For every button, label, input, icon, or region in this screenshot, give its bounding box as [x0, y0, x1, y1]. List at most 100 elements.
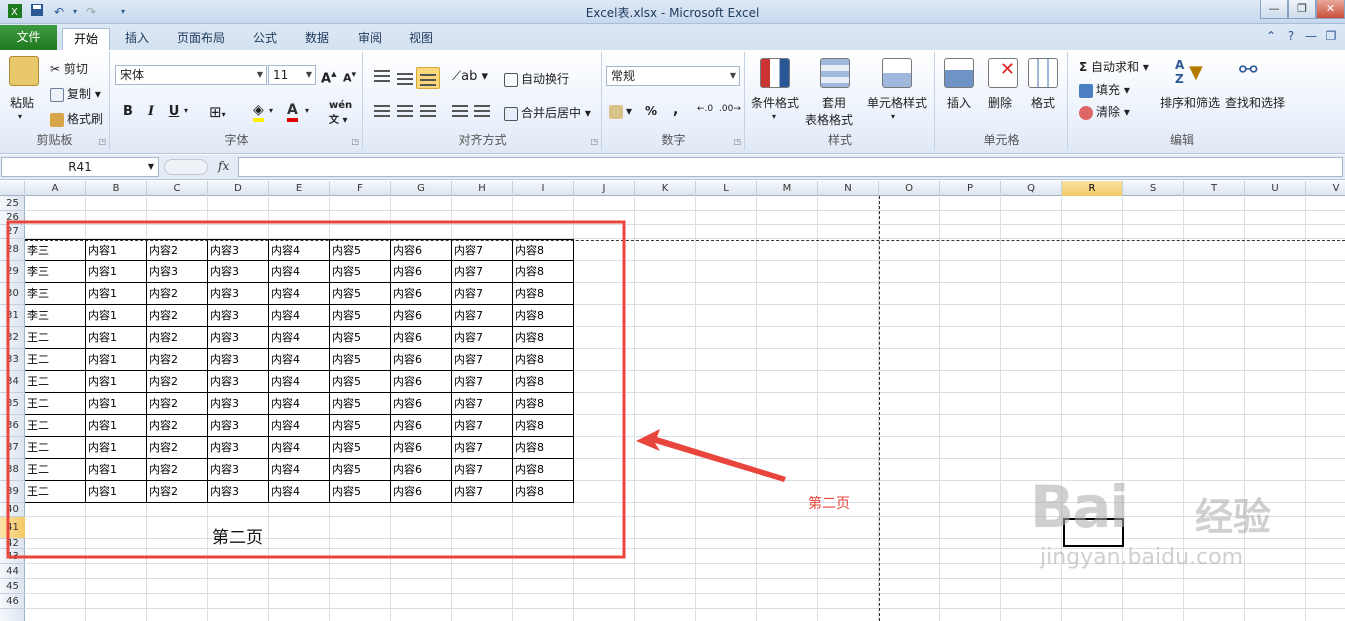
italic-button[interactable]: I: [141, 102, 161, 122]
wrap-text-button[interactable]: 自动换行: [504, 70, 569, 87]
alignment-dialog-launcher-icon[interactable]: ◳: [590, 137, 598, 146]
copy-button[interactable]: 复制 ▾: [50, 85, 101, 102]
font-group: 宋体 ▼ 11 ▼ A▴ A▾ B I U ▾ ⊞▾ ◈ ▾ A ▾ wén 文 ▾ …: [111, 52, 363, 150]
format-cells-icon[interactable]: [1028, 58, 1058, 88]
worksheet-grid[interactable]: ABCDEFGHIJKLMNOPQRSTUV 25 26 27 28 29 30 31 32 3…: [0, 181, 1345, 621]
font-color-dropdown-icon[interactable]: ▾: [305, 106, 309, 115]
increase-decimal-icon[interactable]: ←.0: [697, 104, 713, 114]
paste-button[interactable]: 粘贴: [10, 94, 34, 111]
decrease-decimal-icon[interactable]: .00→: [719, 104, 741, 114]
insert-cells-icon[interactable]: [944, 58, 974, 88]
fill-color-dropdown-icon[interactable]: ▾: [269, 106, 273, 115]
format-table-line2[interactable]: 表格格式: [805, 111, 853, 128]
sort-filter-icon[interactable]: A Z ▼: [1175, 58, 1205, 88]
format-as-table-icon[interactable]: [820, 58, 850, 88]
find-select-button[interactable]: 查找和选择: [1225, 94, 1285, 111]
name-box[interactable]: R41 ▼: [1, 157, 159, 177]
binoculars-icon[interactable]: ⚯: [1239, 58, 1269, 88]
paste-dropdown-icon[interactable]: ▾: [18, 112, 22, 121]
fill-color-icon[interactable]: ◈: [253, 102, 264, 122]
close-button[interactable]: ✕: [1316, 0, 1345, 19]
annotation-arrow: [636, 429, 786, 482]
number-dialog-launcher-icon[interactable]: ◳: [733, 137, 741, 146]
align-center-icon[interactable]: [397, 105, 413, 117]
window-title: Excel表.xlsx - Microsoft Excel: [585, 6, 760, 20]
autosum-button[interactable]: Σ 自动求和 ▾: [1079, 58, 1149, 75]
increase-indent-icon[interactable]: [474, 105, 490, 117]
tab-page-layout[interactable]: 页面布局: [170, 28, 232, 50]
grow-font-icon[interactable]: A▴: [321, 67, 337, 86]
fill-button[interactable]: 填充 ▾: [1079, 81, 1130, 98]
underline-dropdown-icon[interactable]: ▾: [184, 106, 188, 115]
orientation-icon[interactable]: ⟋ab ▾: [452, 69, 488, 84]
sort-filter-button[interactable]: 排序和筛选: [1160, 94, 1220, 111]
insert-cells-button[interactable]: 插入: [947, 94, 971, 111]
cell-styles-dropdown-icon[interactable]: ▾: [891, 112, 895, 121]
title-bar: X ↶ ▾ ↷ ▾ Excel表.xlsx - Microsoft Excel …: [0, 0, 1345, 24]
align-bottom-icon: [420, 74, 436, 86]
merge-center-button[interactable]: 合并后居中 ▾: [504, 104, 591, 121]
workbook-restore-icon[interactable]: ❐: [1321, 29, 1341, 43]
tab-insert[interactable]: 插入: [115, 28, 159, 50]
align-right-icon[interactable]: [420, 105, 436, 117]
font-size-select[interactable]: 11 ▼: [268, 65, 316, 85]
font-color-icon[interactable]: A: [287, 102, 298, 122]
comma-button[interactable]: ,: [673, 102, 678, 118]
align-bottom-button[interactable]: [416, 67, 440, 89]
tab-file[interactable]: 文件: [0, 25, 57, 50]
scissors-icon: ✂: [50, 62, 61, 76]
alignment-group: ⟋ab ▾ 自动换行 合并后居中 ▾ 对齐方式 ◳: [364, 52, 602, 150]
eraser-icon: [1079, 105, 1093, 120]
bold-button[interactable]: B: [118, 102, 138, 122]
tab-home[interactable]: 开始: [62, 28, 110, 50]
borders-icon[interactable]: ⊞▾: [209, 103, 226, 121]
sigma-icon: Σ: [1079, 60, 1088, 74]
tab-formulas[interactable]: 公式: [244, 28, 286, 50]
number-group: 常规 ▼ ▾ % , ←.0 .00→ 数字 ◳: [603, 52, 745, 150]
cut-button[interactable]: ✂ 剪切: [50, 60, 88, 77]
font-dialog-launcher-icon[interactable]: ◳: [351, 137, 359, 146]
restore-button[interactable]: ❐: [1288, 0, 1316, 19]
tab-data[interactable]: 数据: [296, 28, 338, 50]
align-top-icon[interactable]: [374, 70, 390, 82]
decrease-indent-icon[interactable]: [452, 105, 468, 117]
underline-button[interactable]: U: [164, 102, 184, 122]
currency-icon: [609, 104, 623, 119]
insert-function-icon[interactable]: fx: [218, 159, 229, 173]
clear-button[interactable]: 清除 ▾: [1079, 103, 1130, 120]
font-name-select[interactable]: 宋体 ▼: [115, 65, 267, 85]
align-left-icon[interactable]: [374, 105, 390, 117]
shrink-font-icon[interactable]: A▾: [343, 69, 356, 85]
minimize-button[interactable]: —: [1260, 0, 1288, 19]
clipboard-group: 粘贴 ▾ ✂ 剪切 复制 ▾ 格式刷 剪贴板 ◳: [0, 52, 110, 150]
cell-styles-button[interactable]: 单元格样式: [867, 94, 927, 111]
align-middle-icon[interactable]: [397, 73, 413, 85]
tab-view[interactable]: 视图: [400, 28, 442, 50]
phonetic-guide-icon[interactable]: wén 文 ▾: [329, 100, 352, 126]
clipboard-dialog-launcher-icon[interactable]: ◳: [98, 137, 106, 146]
conditional-format-dropdown-icon[interactable]: ▾: [772, 112, 776, 121]
ribbon-window-controls: ⌃? — ❐: [1261, 29, 1341, 43]
accounting-format-icon[interactable]: ▾: [609, 104, 632, 119]
font-group-label: 字体: [224, 133, 249, 147]
workbook-minimize-icon[interactable]: —: [1301, 29, 1321, 43]
format-table-line1[interactable]: 套用: [822, 94, 846, 111]
cells-group: 插入 ✕ 删除 格式 单元格: [936, 52, 1068, 150]
conditional-format-button[interactable]: 条件格式: [751, 94, 799, 111]
number-format-select[interactable]: 常规 ▼: [606, 66, 740, 86]
cell-styles-icon[interactable]: [882, 58, 912, 88]
percent-button[interactable]: %: [645, 104, 657, 118]
annotation-text: 第二页: [808, 496, 850, 512]
format-cells-button[interactable]: 格式: [1031, 94, 1055, 111]
paste-icon[interactable]: [9, 56, 39, 86]
help-icon[interactable]: ?: [1281, 29, 1301, 43]
minimize-ribbon-icon[interactable]: ⌃: [1261, 29, 1281, 43]
styles-group: 条件格式 ▾ 套用 表格格式 单元格样式 ▾ 样式: [746, 52, 935, 150]
tab-review[interactable]: 审阅: [349, 28, 391, 50]
formula-input[interactable]: [238, 157, 1343, 177]
conditional-format-icon[interactable]: [760, 58, 790, 88]
delete-cells-icon[interactable]: ✕: [988, 58, 1018, 88]
format-painter-button[interactable]: 格式刷: [50, 110, 103, 127]
formula-bar-expand-handle[interactable]: [164, 159, 208, 175]
delete-cells-button[interactable]: 删除: [988, 94, 1012, 111]
